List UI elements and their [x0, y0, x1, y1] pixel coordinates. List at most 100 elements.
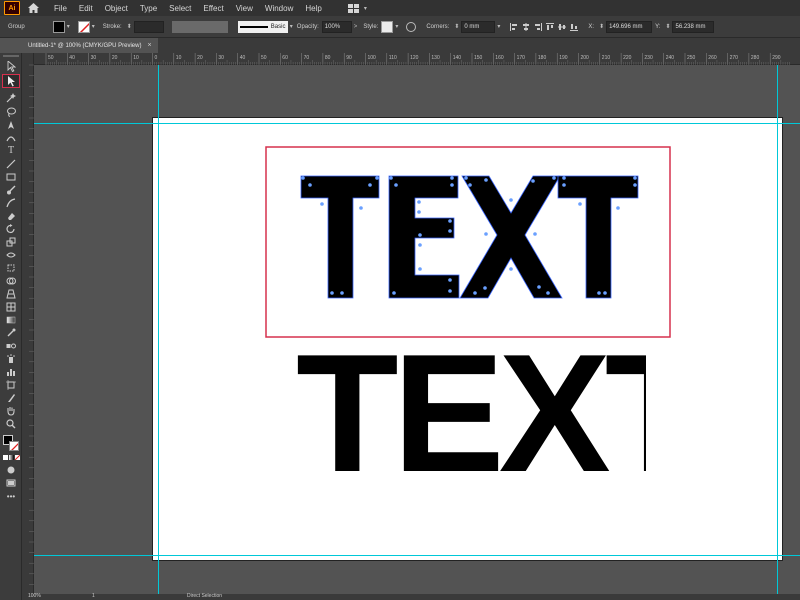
magic-wand-tool-icon[interactable]: [5, 92, 17, 103]
scale-tool-icon[interactable]: [5, 236, 17, 247]
lasso-tool-icon[interactable]: [5, 106, 17, 117]
rectangle-tool-icon[interactable]: [5, 171, 17, 182]
fill-swatch[interactable]: [52, 20, 65, 33]
artboard-tool-icon[interactable]: [5, 379, 17, 390]
canvas-area[interactable]: TEXT: [34, 65, 800, 594]
brush-chevron-icon[interactable]: ▾: [290, 23, 293, 30]
menu-type[interactable]: Type: [140, 4, 157, 13]
color-mode-icon[interactable]: [3, 455, 8, 460]
menu-effect[interactable]: Effect: [203, 4, 223, 13]
edit-toolbar-icon[interactable]: •••: [5, 491, 17, 502]
ruler-label: 290: [772, 55, 781, 61]
gradient-mode-icon[interactable]: [9, 455, 14, 460]
align-top-icon[interactable]: [546, 22, 555, 31]
ruler-label: 80: [325, 55, 331, 61]
corners-field[interactable]: 0 mm: [461, 20, 496, 33]
home-icon[interactable]: [26, 1, 40, 15]
menu-window[interactable]: Window: [265, 4, 293, 13]
align-right-icon[interactable]: [534, 22, 543, 31]
none-mode-icon[interactable]: [15, 455, 20, 460]
align-left-icon[interactable]: [510, 22, 518, 31]
x-stepper-icon[interactable]: ⬍: [599, 23, 604, 30]
text-artwork[interactable]: TEXT: [296, 340, 646, 486]
hand-tool-icon[interactable]: [5, 405, 17, 416]
slice-tool-icon[interactable]: [5, 392, 17, 403]
menu-edit[interactable]: Edit: [79, 4, 93, 13]
ruler-label: 60: [282, 55, 288, 61]
workspace-switcher-icon[interactable]: ▾: [347, 3, 369, 13]
stroke-color-swatch[interactable]: [9, 441, 19, 451]
vertical-ruler[interactable]: [22, 53, 34, 594]
corners-chevron-icon[interactable]: ▾: [497, 23, 500, 30]
free-transform-tool-icon[interactable]: [5, 262, 17, 273]
zoom-tool-icon[interactable]: [5, 418, 17, 429]
close-icon[interactable]: ×: [147, 42, 151, 49]
align-bottom-icon[interactable]: [570, 23, 579, 31]
ruler-label: 30: [91, 55, 97, 61]
opacity-chevron-icon[interactable]: >: [354, 24, 358, 30]
opacity-field[interactable]: 100%: [321, 20, 352, 33]
ruler-label: 170: [517, 55, 526, 61]
selected-text-outlines[interactable]: [300, 175, 639, 299]
recolor-artwork-icon[interactable]: [406, 21, 417, 32]
fill-chevron-icon[interactable]: ▾: [67, 23, 70, 30]
control-bar: Group ▾ ▾ Stroke: ⬍ Basic ▾ Opacity: 100…: [0, 16, 800, 38]
blend-tool-icon[interactable]: [5, 340, 17, 351]
style-chevron-icon[interactable]: ▾: [395, 23, 398, 30]
paintbrush-tool-icon[interactable]: [5, 184, 17, 195]
perspective-grid-tool-icon[interactable]: [5, 288, 17, 299]
ruler-label: 190: [559, 55, 568, 61]
width-tool-icon[interactable]: [5, 249, 17, 260]
draw-mode-icon[interactable]: [5, 464, 17, 475]
pen-tool-icon[interactable]: [5, 119, 17, 130]
rotate-tool-icon[interactable]: [5, 223, 17, 234]
line-segment-tool-icon[interactable]: [5, 158, 17, 169]
stroke-stepper-icon[interactable]: ⬍: [127, 23, 132, 30]
ruler-label: 110: [389, 55, 397, 61]
y-stepper-icon[interactable]: ⬍: [665, 23, 670, 30]
zoom-level[interactable]: 100%: [28, 593, 41, 599]
ruler-label: 90: [346, 55, 352, 61]
y-field[interactable]: 56.238 mm: [672, 20, 715, 33]
align-middle-icon[interactable]: [558, 23, 567, 31]
artboard-number[interactable]: 1: [92, 593, 95, 599]
menu-file[interactable]: File: [54, 4, 67, 13]
corners-stepper-icon[interactable]: ⬍: [454, 23, 459, 30]
graphic-style-swatch[interactable]: [381, 20, 394, 33]
eraser-tool-icon[interactable]: [5, 210, 17, 221]
shape-builder-tool-icon[interactable]: [5, 275, 17, 286]
menu-object[interactable]: Object: [105, 4, 128, 13]
horizontal-ruler[interactable]: 50 40 30 20 10 0 10 20 30 40 50 60 70 80 90 100 110 120 13…: [34, 53, 800, 65]
fill-stroke-widget[interactable]: [3, 435, 19, 451]
mesh-tool-icon[interactable]: [5, 301, 17, 312]
ruler-label: 270: [730, 55, 739, 61]
stroke-swatch[interactable]: [77, 20, 90, 33]
symbol-sprayer-tool-icon[interactable]: [5, 353, 17, 364]
selection-type-label: Group: [8, 23, 25, 30]
menu-view[interactable]: View: [236, 4, 253, 13]
curvature-tool-icon[interactable]: [5, 132, 17, 143]
brush-definition[interactable]: Basic: [237, 20, 288, 33]
x-field[interactable]: 149.696 mm: [606, 20, 653, 33]
ruler-label: 100: [368, 55, 377, 61]
ruler-label: 150: [474, 55, 483, 61]
gradient-tool-icon[interactable]: [5, 314, 17, 325]
screen-mode-icon[interactable]: [5, 477, 17, 488]
ruler-label: 20: [197, 55, 203, 61]
direct-selection-tool-icon[interactable]: [2, 74, 20, 88]
menu-select[interactable]: Select: [169, 4, 191, 13]
ruler-label: 180: [538, 55, 547, 61]
type-tool-icon[interactable]: T: [5, 145, 17, 156]
document-tab[interactable]: Untitled-1* @ 100% (CMYK/GPU Preview) ×: [22, 38, 158, 53]
menu-help[interactable]: Help: [305, 4, 321, 13]
variable-width-profile[interactable]: [171, 20, 228, 33]
menu-bar: Ai File Edit Object Type Select Effect V…: [0, 0, 800, 16]
column-graph-tool-icon[interactable]: [5, 366, 17, 377]
panel-grip[interactable]: [3, 55, 19, 57]
selection-tool-icon[interactable]: [5, 61, 17, 72]
stroke-weight-field[interactable]: [133, 20, 164, 33]
eyedropper-tool-icon[interactable]: [5, 327, 17, 338]
shaper-tool-icon[interactable]: [5, 197, 17, 208]
stroke-chevron-icon[interactable]: ▾: [92, 23, 95, 30]
align-center-icon[interactable]: [522, 22, 530, 31]
